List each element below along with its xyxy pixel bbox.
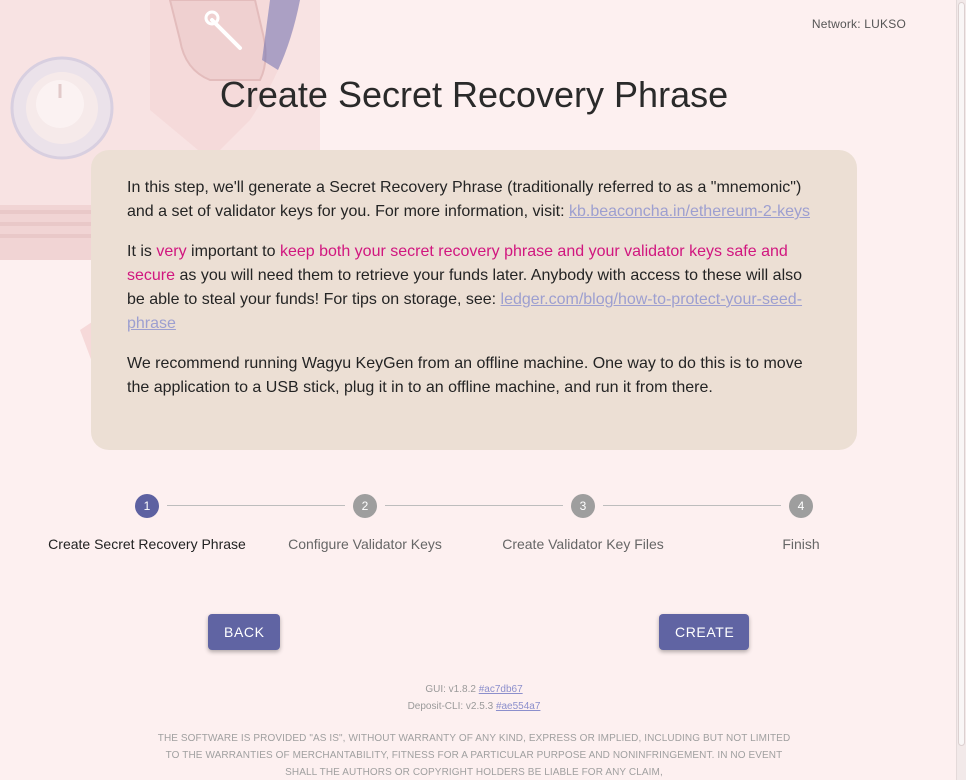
step-2-label: Configure Validator Keys [288,536,442,552]
step-4-icon: 4 [789,494,813,518]
gui-commit-link[interactable]: #ac7db67 [479,684,523,695]
info-paragraph-1: In this step, we'll generate a Secret Re… [127,176,821,224]
scrollbar-thumb[interactable] [958,2,965,746]
gui-version: GUI: v1.8.2 #ac7db67 [0,681,948,698]
step-connector [385,505,563,506]
network-indicator: Network: LUKSO [811,17,906,31]
page-title: Create Secret Recovery Phrase [219,74,729,115]
step-connector [603,505,781,506]
step-1-label: Create Secret Recovery Phrase [48,536,246,552]
info-paragraph-2: It is very important to keep both your s… [127,240,821,336]
cli-commit-link[interactable]: #ae554a7 [496,701,541,712]
license-text: THE SOFTWARE IS PROVIDED "AS IS", WITHOU… [157,733,791,778]
back-button[interactable]: BACK [208,614,280,650]
step-2-icon: 2 [353,494,377,518]
info-text: important to [186,243,280,260]
version-info: GUI: v1.8.2 #ac7db67 Deposit-CLI: v2.5.3… [0,681,948,715]
gui-version-label: GUI: v1.8.2 [425,684,479,695]
cli-version-label: Deposit-CLI: v2.5.3 [407,701,496,712]
step-1-icon: 1 [135,494,159,518]
cli-version: Deposit-CLI: v2.5.3 #ae554a7 [0,698,948,715]
stepper: 1 2 3 4 Create Secret Recovery Phrase Co… [0,494,948,564]
beaconchain-link[interactable]: kb.beaconcha.in/ethereum-2-keys [569,203,810,220]
info-paragraph-3: We recommend running Wagyu KeyGen from a… [127,355,803,396]
step-4-label: Finish [782,536,820,552]
emphasis-very: very [156,243,187,260]
step-3-label: Create Validator Key Files [502,536,664,552]
scrollbar[interactable] [956,0,966,780]
info-text: It is [127,243,157,260]
step-3-icon: 3 [571,494,595,518]
create-button[interactable]: CREATE [659,614,749,650]
info-card: In this step, we'll generate a Secret Re… [91,150,857,450]
step-connector [167,505,345,506]
